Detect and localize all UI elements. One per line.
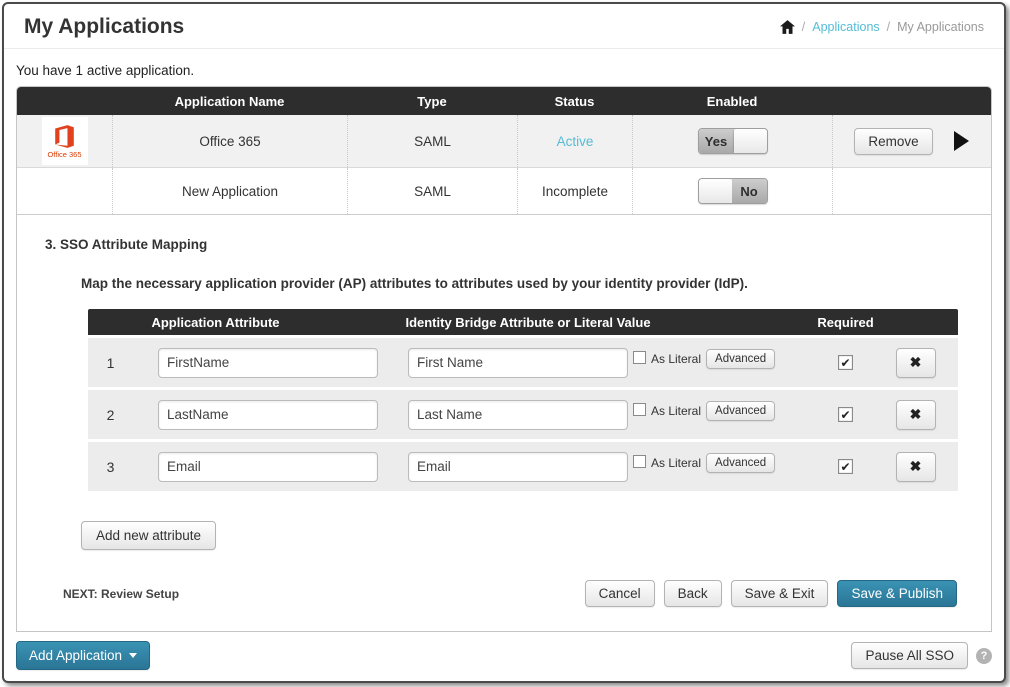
office-365-logo: Office 365 — [42, 117, 88, 165]
as-literal-checkbox[interactable] — [633, 455, 646, 468]
breadcrumb-separator: / — [802, 20, 805, 34]
expand-arrow-icon[interactable] — [953, 129, 970, 153]
home-icon[interactable] — [780, 20, 795, 34]
toggle-handle — [734, 129, 767, 153]
section-heading: 3. SSO Attribute Mapping — [45, 237, 991, 252]
application-status: Incomplete — [517, 168, 632, 214]
delete-attribute-button[interactable]: ✖ — [896, 348, 936, 378]
enabled-toggle-yes[interactable]: Yes — [698, 128, 768, 154]
identity-bridge-attribute-input[interactable] — [408, 452, 628, 482]
required-checkbox[interactable]: ✔ — [838, 407, 853, 422]
applications-table-header: Application Name Type Status Enabled — [17, 87, 991, 115]
column-type: Type — [347, 94, 517, 109]
add-application-label: Add Application — [29, 648, 122, 663]
attribute-table-header: Application Attribute Identity Bridge At… — [88, 309, 958, 335]
page-title: My Applications — [24, 15, 184, 39]
enabled-toggle-no[interactable]: No — [698, 178, 768, 204]
required-checkbox[interactable]: ✔ — [838, 355, 853, 370]
column-identity-bridge-attribute: Identity Bridge Attribute or Literal Val… — [383, 315, 633, 330]
attribute-mapping-table: Application Attribute Identity Bridge At… — [88, 309, 958, 491]
pause-all-sso-button[interactable]: Pause All SSO — [851, 642, 968, 669]
application-status: Active — [517, 115, 632, 167]
as-literal-label: As Literal — [651, 404, 701, 418]
cancel-button[interactable]: Cancel — [585, 580, 655, 607]
column-status: Status — [517, 94, 632, 109]
attribute-row-3: 3 As Literal Advanced ✔ ✖ — [88, 442, 958, 491]
column-application-attribute: Application Attribute — [88, 315, 383, 330]
page-header: My Applications / Applications / My Appl… — [4, 4, 1004, 49]
as-literal-checkbox[interactable] — [633, 351, 646, 364]
toggle-label: No — [732, 179, 767, 203]
panel-actions: NEXT: Review Setup Cancel Back Save & Ex… — [17, 580, 991, 607]
row-number: 1 — [88, 355, 133, 371]
active-application-summary: You have 1 active application. — [16, 63, 1004, 78]
column-required: Required — [818, 315, 873, 330]
column-application-name: Application Name — [112, 94, 347, 109]
section-description: Map the necessary application provider (… — [81, 276, 991, 291]
application-name: New Application — [112, 168, 347, 214]
page-footer: Add Application Pause All SSO ? — [4, 632, 1004, 680]
as-literal-label: As Literal — [651, 352, 701, 366]
application-attribute-input[interactable] — [158, 348, 378, 378]
add-new-attribute-button[interactable]: Add new attribute — [81, 521, 216, 550]
application-name: Office 365 — [112, 115, 347, 167]
sso-attribute-mapping-panel: 3. SSO Attribute Mapping Map the necessa… — [17, 214, 991, 631]
advanced-button[interactable]: Advanced — [706, 453, 775, 473]
help-icon[interactable]: ? — [976, 648, 992, 664]
caret-down-icon — [129, 653, 137, 658]
identity-bridge-attribute-input[interactable] — [408, 400, 628, 430]
delete-attribute-button[interactable]: ✖ — [896, 452, 936, 482]
remove-button[interactable]: Remove — [854, 128, 932, 155]
save-publish-button[interactable]: Save & Publish — [837, 580, 957, 607]
advanced-button[interactable]: Advanced — [706, 401, 775, 421]
save-exit-button[interactable]: Save & Exit — [731, 580, 829, 607]
application-attribute-input[interactable] — [158, 400, 378, 430]
as-literal-label: As Literal — [651, 456, 701, 470]
application-attribute-input[interactable] — [158, 452, 378, 482]
next-step-label: NEXT: Review Setup — [63, 587, 179, 601]
app-window: My Applications / Applications / My Appl… — [2, 2, 1006, 683]
breadcrumb-separator: / — [887, 20, 890, 34]
delete-attribute-button[interactable]: ✖ — [896, 400, 936, 430]
row-number: 2 — [88, 407, 133, 423]
add-application-button[interactable]: Add Application — [16, 641, 150, 670]
attribute-row-2: 2 As Literal Advanced ✔ ✖ — [88, 390, 958, 439]
attribute-row-1: 1 As Literal Advanced ✔ ✖ — [88, 338, 958, 387]
row-number: 3 — [88, 459, 133, 475]
advanced-button[interactable]: Advanced — [706, 349, 775, 369]
breadcrumb: / Applications / My Applications — [780, 20, 984, 34]
office-365-logo-caption: Office 365 — [47, 151, 81, 159]
breadcrumb-current: My Applications — [897, 20, 984, 34]
toggle-label: Yes — [699, 129, 734, 153]
application-type: SAML — [347, 168, 517, 214]
breadcrumb-link-applications[interactable]: Applications — [812, 20, 879, 34]
required-checkbox[interactable]: ✔ — [838, 459, 853, 474]
application-row-new-application: New Application SAML Incomplete No — [17, 167, 991, 214]
column-enabled: Enabled — [632, 94, 832, 109]
identity-bridge-attribute-input[interactable] — [408, 348, 628, 378]
applications-table: Application Name Type Status Enabled Off… — [16, 86, 992, 632]
application-row-office-365: Office 365 Office 365 SAML Active Yes Re… — [17, 115, 991, 167]
toggle-handle — [699, 179, 732, 203]
back-button[interactable]: Back — [664, 580, 722, 607]
as-literal-checkbox[interactable] — [633, 403, 646, 416]
application-type: SAML — [347, 115, 517, 167]
